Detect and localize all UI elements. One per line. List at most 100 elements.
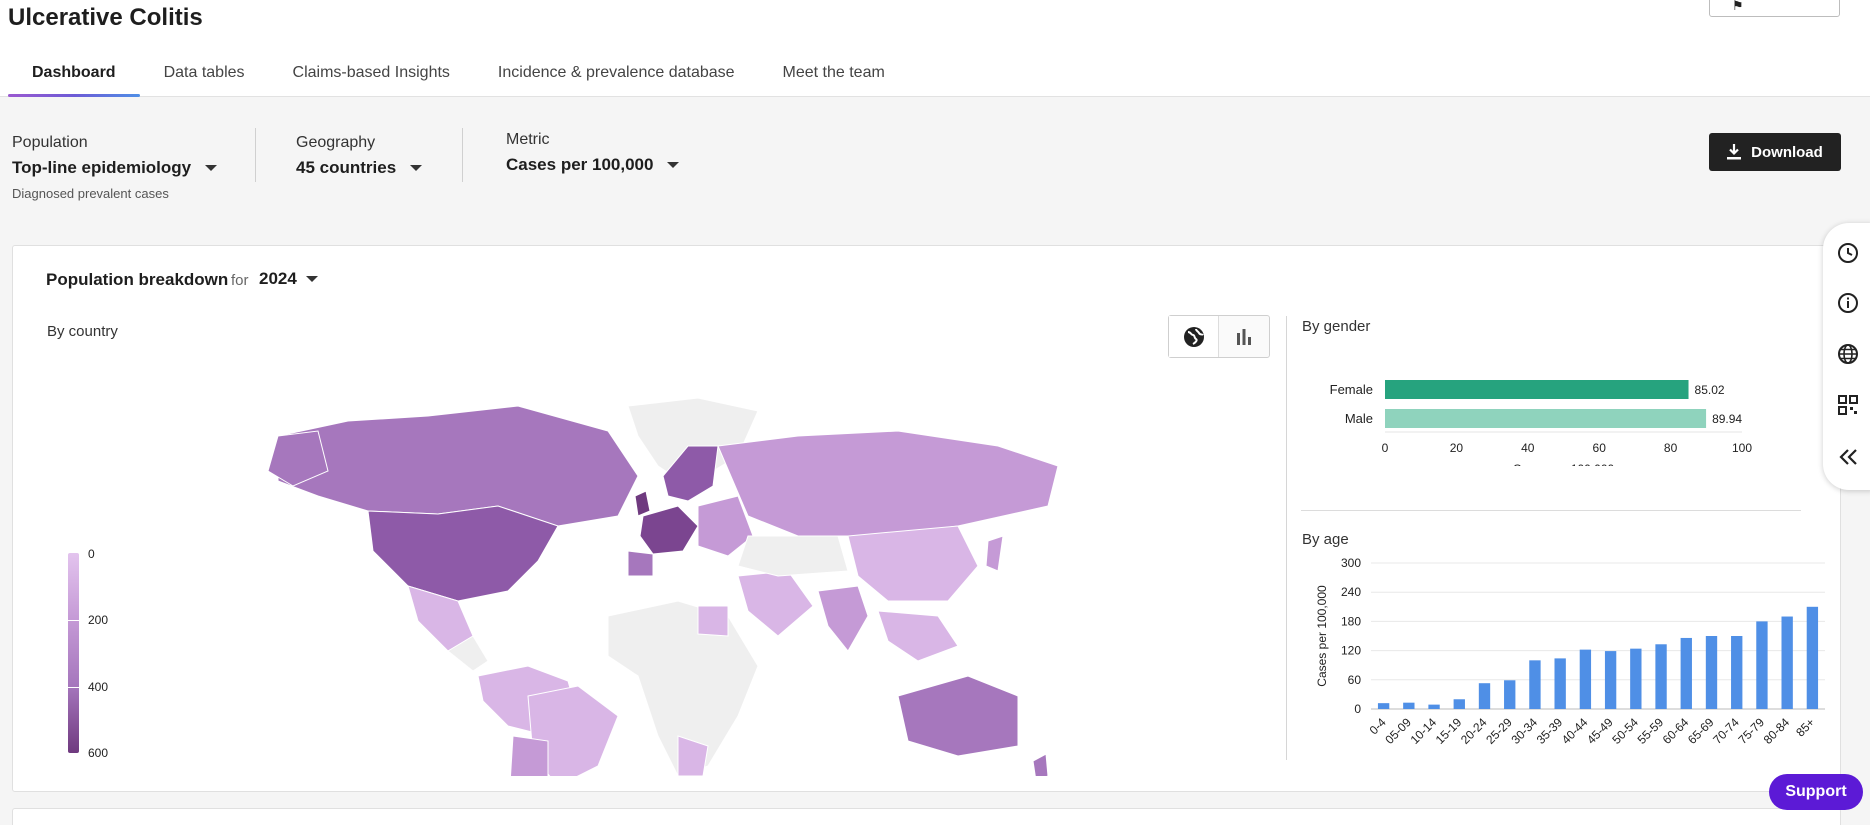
- legend-label-200: 200: [88, 613, 109, 627]
- support-button[interactable]: Support: [1769, 774, 1863, 810]
- gender-bar-female: [1385, 380, 1689, 399]
- age-x-tick: 50-54: [1609, 715, 1641, 747]
- legend-tick: [68, 620, 79, 621]
- view-toggle: [1168, 315, 1270, 358]
- tab-data-tables[interactable]: Data tables: [140, 56, 269, 97]
- age-bar: [1428, 704, 1440, 709]
- age-x-tick: 75-79: [1735, 715, 1767, 747]
- age-bar: [1504, 680, 1516, 709]
- download-button[interactable]: Download: [1709, 133, 1841, 171]
- collapse-icon[interactable]: [1836, 445, 1860, 469]
- chart-view-button[interactable]: [1219, 316, 1269, 357]
- section-divider: [1301, 510, 1801, 511]
- map-russia: [717, 430, 1058, 537]
- population-sub: Diagnosed prevalent cases: [12, 186, 169, 201]
- bookmark-icon: ⚑: [1732, 0, 1744, 13]
- tab-claims-insights[interactable]: Claims-based Insights: [269, 56, 474, 97]
- age-bar: [1453, 699, 1465, 709]
- map-argentina: [509, 735, 549, 776]
- age-x-tick: 55-59: [1635, 715, 1667, 747]
- population-label: Population: [12, 134, 88, 151]
- map-western-europe: [639, 505, 699, 555]
- gender-bar-male: [1385, 409, 1707, 428]
- year-select[interactable]: 2024: [259, 269, 318, 289]
- age-bar: [1781, 616, 1793, 709]
- map-iberia: [627, 550, 654, 577]
- gender-x-tick: 60: [1593, 441, 1607, 455]
- age-x-tick: 85+: [1793, 715, 1817, 739]
- year-value: 2024: [259, 269, 297, 288]
- age-y-axis-title: Cases per 100,000: [1315, 585, 1329, 687]
- age-x-tick: 40-44: [1559, 715, 1591, 747]
- gender-value-label: 85.02: [1695, 383, 1725, 397]
- age-bar: [1630, 648, 1642, 709]
- age-x-tick: 05-09: [1382, 715, 1414, 747]
- age-x-tick: 35-39: [1534, 715, 1566, 747]
- geography-filter[interactable]: Geography 45 countries: [296, 134, 423, 178]
- tab-meet-the-team[interactable]: Meet the team: [759, 56, 909, 97]
- chevron-down-icon: [305, 276, 318, 282]
- bookmark-button[interactable]: ⚑: [1709, 0, 1840, 17]
- age-x-tick: 60-64: [1660, 715, 1692, 747]
- download-icon: [1727, 144, 1742, 160]
- map-uk: [634, 490, 651, 517]
- population-breakdown-card: Population breakdown for 2024 By country…: [12, 245, 1841, 792]
- map-new-zealand: [1032, 753, 1049, 776]
- legend-label-0: 0: [88, 547, 95, 561]
- clock-icon[interactable]: [1836, 241, 1860, 265]
- population-value: Top-line epidemiology: [12, 158, 192, 177]
- map-japan: [985, 535, 1004, 572]
- age-x-tick: 20-24: [1458, 715, 1490, 747]
- side-toolbar: [1823, 223, 1870, 490]
- breakdown-for: for: [231, 272, 249, 289]
- age-x-tick: 70-74: [1710, 715, 1742, 747]
- age-y-tick: 240: [1341, 585, 1361, 599]
- age-x-tick: 45-49: [1584, 715, 1616, 747]
- map-southeast-asia: [877, 610, 959, 662]
- info-icon[interactable]: [1836, 291, 1860, 315]
- age-x-tick: 25-29: [1483, 715, 1515, 747]
- age-y-tick: 300: [1341, 556, 1361, 570]
- age-bar: [1478, 683, 1491, 709]
- gender-x-tick: 20: [1450, 441, 1464, 455]
- legend-color-bar: [68, 553, 79, 753]
- tab-dashboard[interactable]: Dashboard: [8, 56, 140, 97]
- panel-divider: [1286, 316, 1287, 760]
- age-bar: [1680, 637, 1692, 709]
- legend-label-600: 600: [88, 746, 109, 760]
- map-usa: [367, 505, 559, 602]
- age-bar: [1655, 644, 1667, 709]
- gender-category-label: Female: [1330, 382, 1373, 397]
- grid-icon[interactable]: [1836, 393, 1860, 417]
- map-egypt: [697, 605, 729, 637]
- age-y-tick: 0: [1354, 702, 1361, 716]
- age-bar: [1604, 651, 1617, 709]
- nav-tabs: Dashboard Data tables Claims-based Insig…: [8, 56, 909, 97]
- age-bar: [1579, 649, 1592, 709]
- geography-select[interactable]: 45 countries: [296, 158, 423, 178]
- gender-chart-title: By gender: [1302, 318, 1371, 335]
- geography-label: Geography: [296, 134, 376, 151]
- age-x-tick: 30-34: [1508, 715, 1540, 747]
- metric-filter[interactable]: Metric Cases per 100,000: [506, 131, 680, 175]
- metric-value: Cases per 100,000: [506, 155, 654, 174]
- age-x-tick: 10-14: [1408, 715, 1440, 747]
- legend-tick: [68, 687, 79, 688]
- age-bar: [1377, 703, 1390, 709]
- gender-x-axis-title: Cases per 100,000: [1513, 462, 1615, 466]
- metric-select[interactable]: Cases per 100,000: [506, 155, 680, 175]
- globe-icon[interactable]: [1836, 342, 1860, 366]
- top-header: Ulcerative Colitis ⚑ Dashboard Data tabl…: [0, 0, 1870, 97]
- gender-category-label: Male: [1345, 411, 1373, 426]
- gender-x-tick: 80: [1664, 441, 1678, 455]
- page-title: Ulcerative Colitis: [8, 4, 203, 31]
- map-view-button[interactable]: [1169, 316, 1219, 357]
- globe-icon: [1183, 326, 1204, 347]
- tab-incidence-prevalence[interactable]: Incidence & prevalence database: [474, 56, 759, 97]
- population-select[interactable]: Top-line epidemiology: [12, 158, 218, 178]
- gender-x-tick: 0: [1382, 441, 1389, 455]
- age-bar: [1806, 606, 1819, 709]
- chevron-down-icon: [410, 165, 423, 171]
- age-x-tick: 15-19: [1433, 715, 1465, 747]
- population-filter[interactable]: Population Top-line epidemiology Diagnos…: [12, 134, 218, 201]
